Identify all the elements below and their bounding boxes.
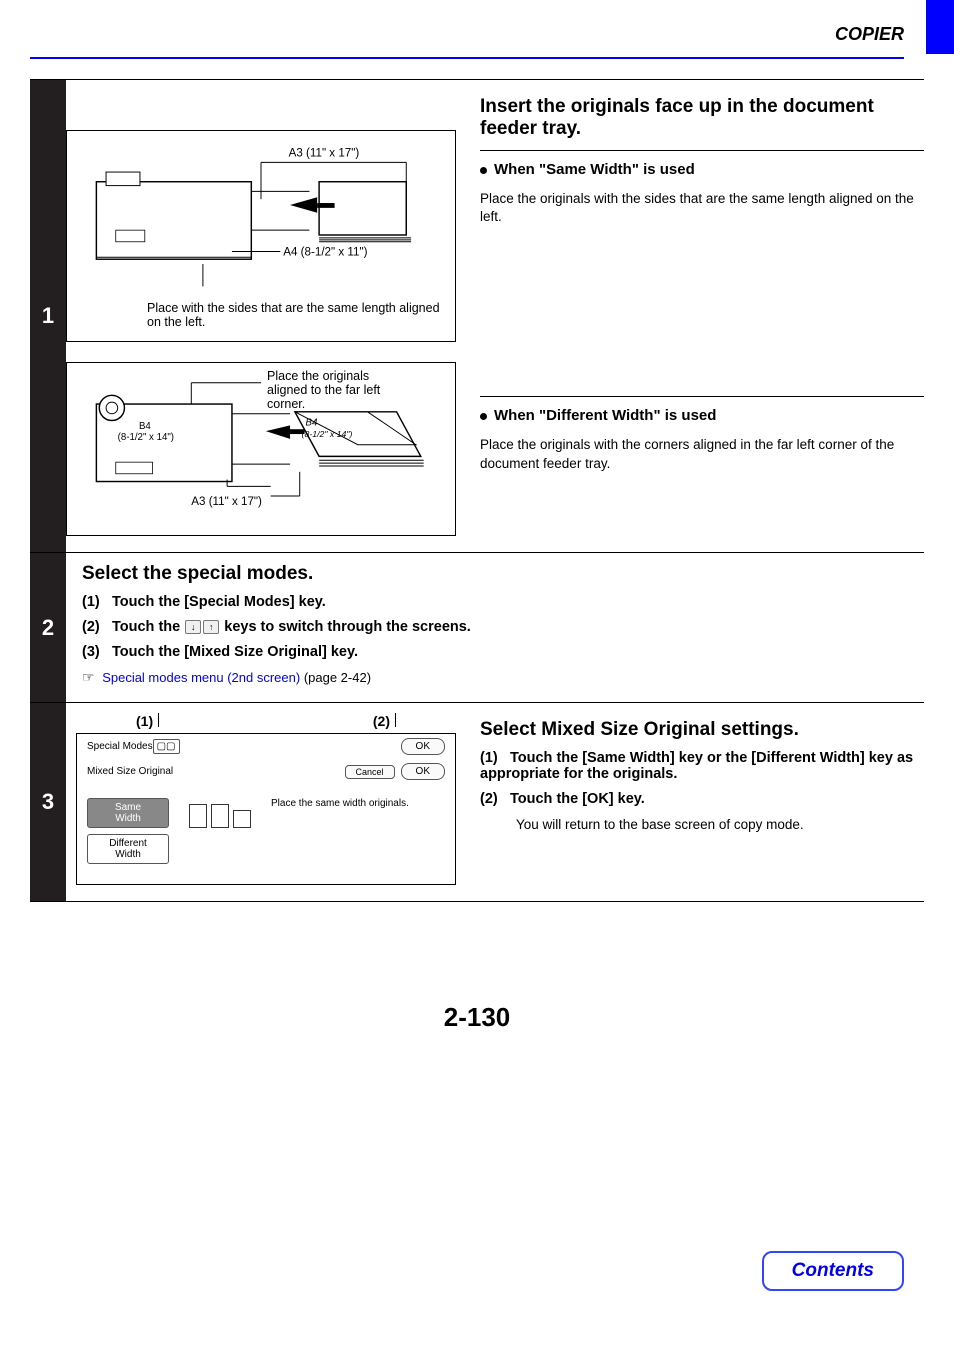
- blue-tab: [926, 0, 954, 54]
- different-width-button[interactable]: Different Width: [87, 834, 169, 864]
- up-arrow-icon: ↑: [203, 620, 219, 634]
- printer-illustration-1: A3 (11" x 17"): [77, 143, 445, 298]
- mock-note-text: Place the same width originals.: [271, 798, 409, 864]
- mixed-size-label: Mixed Size Original: [87, 766, 173, 777]
- rule: [480, 150, 924, 151]
- header-rule: [30, 57, 904, 59]
- rule: [480, 396, 924, 397]
- step-2: 2 Select the special modes. (1)Touch the…: [30, 552, 924, 702]
- step-1: 1 A3 (11" x 17"): [30, 79, 924, 552]
- callout-row: (1) (2): [76, 713, 456, 729]
- ok-button-outer[interactable]: OK: [401, 738, 445, 755]
- special-modes-link-line: ☞ Special modes menu (2nd screen) (page …: [82, 669, 924, 686]
- diff-width-label: When "Different Width" is used: [480, 407, 924, 424]
- step-3-item-2-sub: You will return to the base screen of co…: [516, 816, 924, 834]
- special-modes-label: Special Modes: [87, 741, 153, 752]
- svg-text:(8-1/2" x 14"): (8-1/2" x 14"): [302, 429, 353, 439]
- svg-text:B4: B4: [306, 417, 318, 428]
- step-number-1: 1: [30, 80, 66, 552]
- step-2-item-3: (3)Touch the [Mixed Size Original] key.: [82, 644, 924, 660]
- step-2-item-2: (2)Touch the ↓↑ keys to switch through t…: [82, 619, 924, 635]
- step-number-2: 2: [30, 553, 66, 702]
- step-3-title: Select Mixed Size Original settings.: [480, 719, 924, 741]
- diagram-same-width: A3 (11" x 17"): [66, 130, 456, 342]
- tray-icon: ▢▢: [153, 739, 180, 754]
- same-width-desc: Place the originals with the sides that …: [480, 190, 924, 226]
- svg-text:A4 (8-1/2" x 11"): A4 (8-1/2" x 11"): [283, 245, 367, 258]
- special-modes-link[interactable]: Special modes menu (2nd screen): [102, 670, 300, 685]
- svg-text:(8-1/2" x 14"): (8-1/2" x 14"): [118, 432, 174, 443]
- diagram-caption-2: Place the originals aligned to the far l…: [267, 369, 402, 411]
- pointing-hand-icon: ☞: [82, 669, 95, 685]
- header-title: COPIER: [0, 24, 904, 45]
- svg-text:A3 (11" x 17"): A3 (11" x 17"): [289, 147, 360, 160]
- step-3: 3 (1) (2) Special Modes ▢▢ OK: [30, 702, 924, 902]
- step-3-item-2: (2)Touch the [OK] key.: [480, 791, 924, 807]
- cancel-button[interactable]: Cancel: [345, 765, 395, 779]
- svg-text:A3 (11" x 17"): A3 (11" x 17"): [191, 495, 262, 508]
- down-arrow-icon: ↓: [185, 620, 201, 634]
- svg-text:B4: B4: [139, 421, 151, 432]
- same-width-label: When "Same Width" is used: [480, 161, 924, 178]
- page-number: 2-130: [0, 1002, 954, 1033]
- step-1-title: Insert the originals face up in the docu…: [480, 96, 924, 140]
- bullet-icon: [480, 167, 487, 174]
- same-width-button[interactable]: Same Width: [87, 798, 169, 828]
- bullet-icon: [480, 413, 487, 420]
- ok-button-inner[interactable]: OK: [401, 763, 445, 780]
- original-align-icon: [189, 804, 251, 828]
- step-2-item-1: (1)Touch the [Special Modes] key.: [82, 594, 924, 610]
- touchscreen-mock: Special Modes ▢▢ OK Mixed Size Original …: [76, 733, 456, 885]
- step-number-3: 3: [30, 703, 66, 901]
- step-2-title: Select the special modes.: [82, 563, 924, 585]
- diagram-caption-1: Place with the sides that are the same l…: [147, 301, 445, 329]
- step-3-item-1: (1)Touch the [Same Width] key or the [Di…: [480, 750, 924, 782]
- diff-width-desc: Place the originals with the corners ali…: [480, 436, 924, 472]
- contents-button[interactable]: Contents: [762, 1251, 904, 1291]
- diagram-different-width: B4 (8-1/2" x 14") B4 (8: [66, 362, 456, 536]
